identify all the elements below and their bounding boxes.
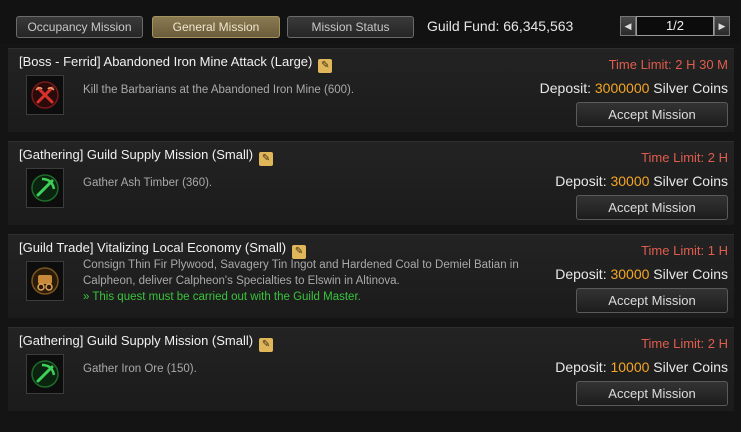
deposit-label: Deposit: — [555, 359, 611, 375]
accept-mission-button[interactable]: Accept Mission — [576, 288, 728, 313]
accept-mission-button[interactable]: Accept Mission — [576, 102, 728, 127]
deposit-amount: 30000 — [610, 266, 650, 282]
time-limit: Time Limit: 1 H — [641, 243, 728, 258]
accept-mission-button[interactable]: Accept Mission — [576, 381, 728, 406]
page-indicator: 1/2 — [636, 16, 714, 36]
mission-card: [Boss - Ferrid] Abandoned Iron Mine Atta… — [8, 48, 734, 132]
deposit-amount: 10000 — [610, 359, 650, 375]
guild-fund: Guild Fund: 66,345,563 — [427, 18, 574, 34]
tab-general-mission[interactable]: General Mission — [152, 16, 280, 38]
prev-page-button[interactable]: ◀ — [620, 16, 636, 36]
deposit: Deposit: 10000 Silver Coins — [555, 359, 728, 375]
mission-description: Gather Ash Timber (360). — [83, 177, 213, 189]
mission-description: Kill the Barbarians at the Abandoned Iro… — [83, 84, 355, 96]
deposit: Deposit: 3000000 Silver Coins — [540, 80, 728, 96]
mission-card: [Gathering] Guild Supply Mission (Small)… — [8, 141, 734, 225]
gathering-pickaxe-icon — [26, 168, 64, 208]
mission-description: Gather Iron Ore (150). — [83, 363, 197, 375]
deposit-label: Deposit: — [555, 173, 611, 189]
time-limit: Time Limit: 2 H 30 M — [608, 57, 728, 72]
deposit-unit: Silver Coins — [649, 266, 728, 282]
mission-toolbar: Occupancy Mission General Mission Missio… — [0, 0, 741, 44]
deposit-amount: 30000 — [610, 173, 650, 189]
time-limit: Time Limit: 2 H — [641, 150, 728, 165]
guild-master-note: » This quest must be carried out with th… — [83, 291, 361, 303]
mission-card: [Guild Trade] Vitalizing Local Economy (… — [8, 234, 734, 318]
mission-card: [Gathering] Guild Supply Mission (Small)… — [8, 327, 734, 411]
mission-title: [Gathering] Guild Supply Mission (Small) — [19, 333, 254, 348]
deposit: Deposit: 30000 Silver Coins — [555, 266, 728, 282]
mission-title: [Boss - Ferrid] Abandoned Iron Mine Atta… — [19, 54, 313, 69]
mission-title: [Gathering] Guild Supply Mission (Small) — [19, 147, 254, 162]
trade-wagon-icon — [26, 261, 64, 301]
next-page-button[interactable]: ▶ — [714, 16, 730, 36]
edit-icon[interactable]: ✎ — [259, 152, 274, 166]
deposit-unit: Silver Coins — [649, 80, 728, 96]
deposit-amount: 3000000 — [594, 80, 650, 96]
tab-mission-status[interactable]: Mission Status — [287, 16, 414, 38]
deposit: Deposit: 30000 Silver Coins — [555, 173, 728, 189]
deposit-unit: Silver Coins — [649, 359, 728, 375]
boss-crossed-axes-icon — [26, 75, 64, 115]
deposit-unit: Silver Coins — [649, 173, 728, 189]
accept-mission-button[interactable]: Accept Mission — [576, 195, 728, 220]
mission-title: [Guild Trade] Vitalizing Local Economy (… — [19, 240, 287, 255]
edit-icon[interactable]: ✎ — [318, 59, 333, 73]
mission-description-line: Calpheon, deliver Calpheon's Specialties… — [83, 275, 400, 287]
time-limit: Time Limit: 2 H — [641, 336, 728, 351]
deposit-label: Deposit: — [539, 80, 595, 96]
gathering-pickaxe-icon — [26, 354, 64, 394]
deposit-label: Deposit: — [555, 266, 611, 282]
edit-icon[interactable]: ✎ — [259, 338, 274, 352]
tab-occupancy-mission[interactable]: Occupancy Mission — [16, 16, 143, 38]
mission-description-line: Consign Thin Fir Plywood, Savagery Tin I… — [83, 259, 519, 271]
